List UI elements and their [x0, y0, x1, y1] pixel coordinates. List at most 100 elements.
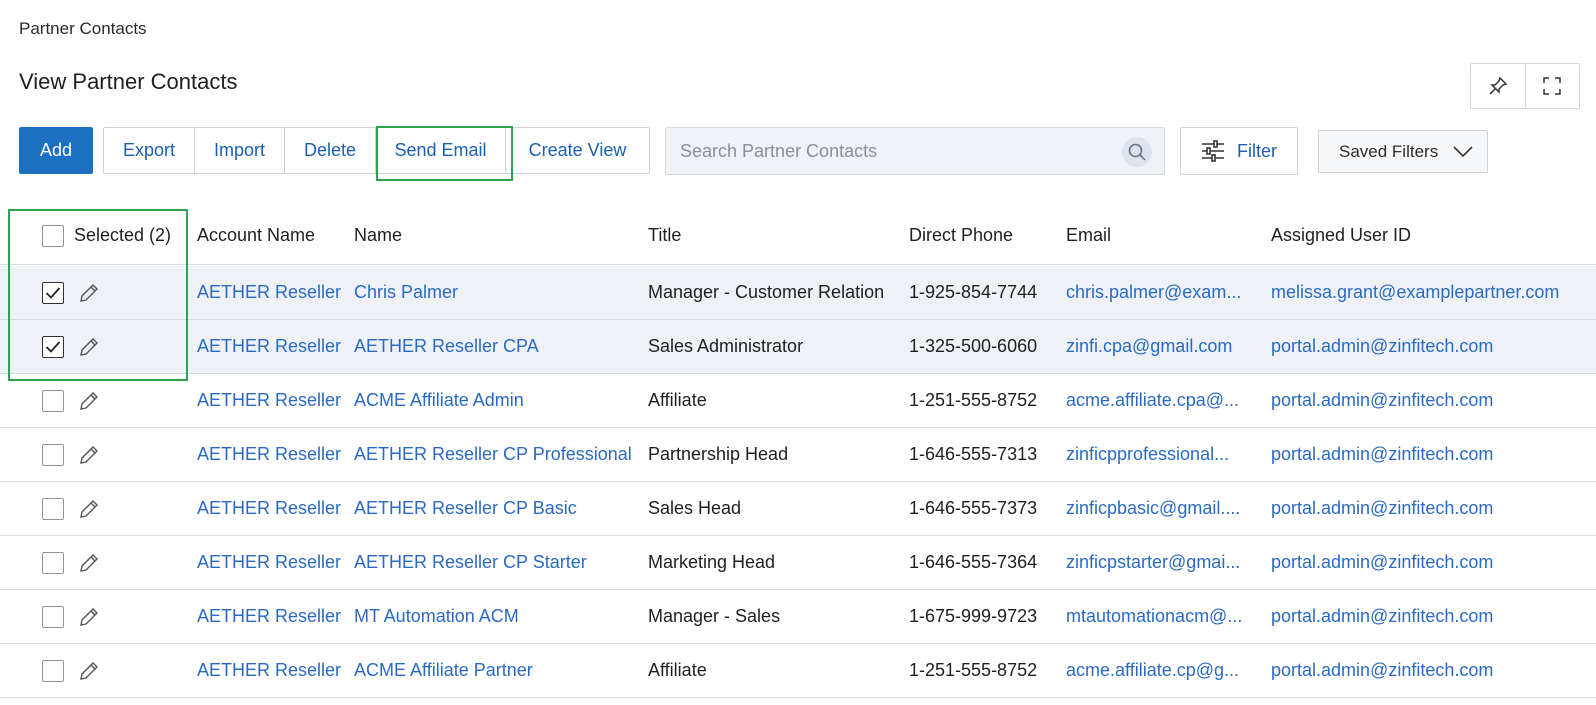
- assigned-user-link[interactable]: portal.admin@zinfitech.com: [1271, 482, 1591, 535]
- contact-name-link[interactable]: AETHER Reseller CP Starter: [354, 536, 639, 589]
- selected-count-label: Selected (2): [74, 225, 172, 245]
- checkmark-icon: [45, 286, 61, 299]
- email-link[interactable]: zinficpstarter@gmai...: [1066, 536, 1261, 589]
- row-select-cell: [42, 428, 142, 481]
- phone-cell: 1-646-555-7364: [909, 552, 1038, 572]
- pin-button[interactable]: [1471, 64, 1525, 108]
- send-email-button[interactable]: Send Email: [376, 128, 505, 173]
- title-cell: Manager - Customer Relation: [648, 282, 885, 302]
- create-view-button[interactable]: Create View: [506, 128, 649, 173]
- row-checkbox[interactable]: [42, 551, 64, 574]
- email-link[interactable]: mtautomationacm@...: [1066, 590, 1261, 643]
- email-link[interactable]: chris.palmer@exam...: [1066, 266, 1261, 319]
- checkmark-icon: [45, 340, 61, 353]
- row-checkbox[interactable]: [42, 281, 64, 304]
- row-edit-button[interactable]: [78, 336, 100, 358]
- pencil-icon: [80, 499, 98, 518]
- phone-cell: 1-925-854-7744: [909, 282, 1038, 302]
- pencil-icon: [80, 337, 98, 356]
- row-select-cell: [42, 590, 142, 643]
- account-name-link[interactable]: AETHER Reseller: [197, 482, 347, 535]
- email-link[interactable]: zinficpbasic@gmail....: [1066, 482, 1261, 535]
- account-name-link[interactable]: AETHER Reseller: [197, 428, 347, 481]
- assigned-user-link[interactable]: melissa.grant@examplepartner.com: [1271, 266, 1591, 319]
- row-select-cell: [42, 266, 142, 319]
- contact-name-link[interactable]: ACME Affiliate Partner: [354, 644, 639, 697]
- row-edit-button[interactable]: [78, 498, 100, 520]
- account-name-link[interactable]: AETHER Reseller: [197, 644, 347, 697]
- row-checkbox[interactable]: [42, 335, 64, 358]
- title-cell: Partnership Head: [648, 444, 789, 464]
- account-name-link[interactable]: AETHER Reseller: [197, 320, 347, 373]
- search-box: [665, 127, 1165, 175]
- saved-filters-dropdown[interactable]: Saved Filters: [1318, 130, 1488, 173]
- row-edit-button[interactable]: [78, 444, 100, 466]
- account-name-link[interactable]: AETHER Reseller: [197, 374, 347, 427]
- row-edit-button[interactable]: [78, 660, 100, 682]
- row-checkbox[interactable]: [42, 605, 64, 628]
- pencil-icon: [80, 607, 98, 626]
- action-button-group: Export Import Delete Send Email Create V…: [103, 127, 650, 174]
- pencil-icon: [80, 661, 98, 680]
- contact-name-link[interactable]: AETHER Reseller CP Professional: [354, 428, 639, 481]
- column-header-direct-phone[interactable]: Direct Phone: [909, 207, 1059, 264]
- row-checkbox[interactable]: [42, 497, 64, 520]
- assigned-user-link[interactable]: portal.admin@zinfitech.com: [1271, 644, 1591, 697]
- account-name-link[interactable]: AETHER Reseller: [197, 590, 347, 643]
- row-edit-button[interactable]: [78, 390, 100, 412]
- email-link[interactable]: acme.affiliate.cp@g...: [1066, 644, 1261, 697]
- table-row: AETHER Reseller AETHER Reseller CP Starte…: [0, 536, 1596, 590]
- row-edit-button[interactable]: [78, 552, 100, 574]
- delete-button[interactable]: Delete: [285, 128, 375, 173]
- table-row: AETHER Reseller AETHER Reseller CPA Sales …: [0, 320, 1596, 374]
- phone-cell: 1-251-555-8752: [909, 390, 1038, 410]
- row-select-cell: [42, 320, 142, 373]
- search-input[interactable]: [680, 128, 1100, 174]
- phone-cell: 1-675-999-9723: [909, 606, 1038, 626]
- account-name-link[interactable]: AETHER Reseller: [197, 266, 347, 319]
- assigned-user-link[interactable]: portal.admin@zinfitech.com: [1271, 374, 1591, 427]
- phone-cell: 1-646-555-7313: [909, 444, 1038, 464]
- column-header-account-name[interactable]: Account Name: [197, 207, 347, 264]
- row-checkbox[interactable]: [42, 659, 64, 682]
- assigned-user-link[interactable]: portal.admin@zinfitech.com: [1271, 536, 1591, 589]
- import-button[interactable]: Import: [195, 128, 284, 173]
- select-all-checkbox[interactable]: [42, 224, 64, 247]
- window-actions: [1470, 63, 1580, 109]
- column-header-assigned-user-id[interactable]: Assigned User ID: [1271, 207, 1581, 264]
- row-checkbox[interactable]: [42, 443, 64, 466]
- assigned-user-link[interactable]: portal.admin@zinfitech.com: [1271, 320, 1591, 373]
- email-link[interactable]: zinfi.cpa@gmail.com: [1066, 320, 1261, 373]
- pencil-icon: [80, 283, 98, 302]
- contact-name-link[interactable]: ACME Affiliate Admin: [354, 374, 639, 427]
- contact-name-link[interactable]: Chris Palmer: [354, 266, 639, 319]
- row-select-cell: [42, 644, 142, 697]
- search-icon: [1128, 143, 1146, 161]
- phone-cell: 1-325-500-6060: [909, 336, 1038, 356]
- email-link[interactable]: zinficpprofessional...: [1066, 428, 1261, 481]
- row-checkbox[interactable]: [42, 389, 64, 412]
- row-edit-button[interactable]: [78, 606, 100, 628]
- export-button[interactable]: Export: [104, 128, 194, 173]
- assigned-user-link[interactable]: portal.admin@zinfitech.com: [1271, 590, 1591, 643]
- table-header-row: Selected (2) Account Name Name Title Dir…: [0, 207, 1596, 265]
- filter-button[interactable]: Filter: [1180, 127, 1298, 175]
- column-header-email[interactable]: Email: [1066, 207, 1256, 264]
- title-cell: Sales Administrator: [648, 336, 804, 356]
- account-name-link[interactable]: AETHER Reseller: [197, 536, 347, 589]
- contact-name-link[interactable]: MT Automation ACM: [354, 590, 639, 643]
- contact-name-link[interactable]: AETHER Reseller CPA: [354, 320, 639, 373]
- contact-name-link[interactable]: AETHER Reseller CP Basic: [354, 482, 639, 535]
- assigned-user-link[interactable]: portal.admin@zinfitech.com: [1271, 428, 1591, 481]
- fullscreen-button[interactable]: [1524, 64, 1580, 108]
- search-button[interactable]: [1122, 137, 1152, 167]
- email-link[interactable]: acme.affiliate.cpa@...: [1066, 374, 1261, 427]
- saved-filters-label: Saved Filters: [1339, 141, 1439, 161]
- table-row: AETHER Reseller AETHER Reseller CP Basic S…: [0, 482, 1596, 536]
- title-cell: Affiliate: [648, 390, 707, 410]
- column-header-title[interactable]: Title: [648, 207, 898, 264]
- fullscreen-icon: [1543, 77, 1561, 95]
- column-header-name[interactable]: Name: [354, 207, 634, 264]
- row-edit-button[interactable]: [78, 282, 100, 304]
- add-button[interactable]: Add: [19, 127, 93, 174]
